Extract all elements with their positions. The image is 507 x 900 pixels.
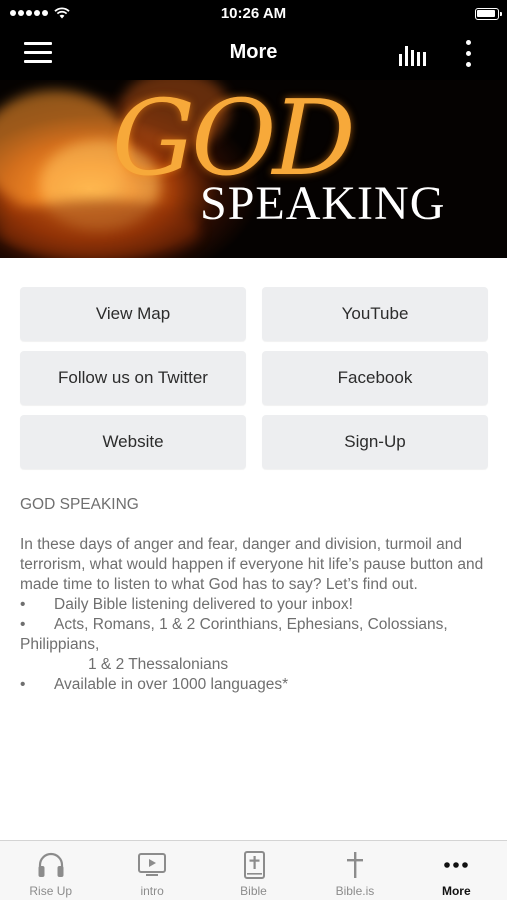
navigation-bar: More — [0, 28, 507, 80]
tab-label: Bible — [240, 884, 267, 898]
description-paragraph: In these days of anger and fear, danger … — [20, 536, 484, 593]
tab-intro[interactable]: intro — [101, 841, 202, 900]
bullet-mark: • — [20, 596, 26, 613]
view-map-button[interactable]: View Map — [20, 287, 246, 341]
bullet-text: Daily Bible listening delivered to your … — [54, 596, 353, 613]
bullet-text: Available in over 1000 languages* — [54, 676, 289, 693]
website-button[interactable]: Website — [20, 415, 246, 469]
banner-god-text: GOD — [112, 80, 356, 199]
tab-bible[interactable]: Bible — [203, 841, 304, 900]
bullet-continuation: 1 & 2 Thessalonians — [88, 656, 229, 673]
headphones-icon — [38, 852, 64, 877]
tab-label: Rise Up — [29, 884, 73, 898]
status-time: 10:26 AM — [220, 5, 287, 22]
bible-icon — [243, 851, 265, 879]
battery-icon — [475, 8, 502, 20]
bullet-item: • Daily Bible listening delivered to your… — [20, 595, 490, 615]
sign-up-button[interactable]: Sign-Up — [262, 415, 488, 469]
links-grid: View Map YouTube Follow us on Twitter Fa… — [20, 287, 488, 469]
description-section: GOD SPEAKING In these days of anger and … — [20, 495, 490, 695]
more-dots-icon — [444, 862, 469, 868]
bullet-text: Acts, Romans, 1 & 2 Corinthians, Ephesia… — [20, 616, 448, 653]
banner-speaking-text: SPEAKING — [200, 177, 446, 230]
tab-label: Bible.is — [335, 884, 375, 898]
tab-bible-is[interactable]: Bible.is — [304, 841, 405, 900]
tab-label: More — [441, 884, 471, 898]
bullet-item: • Available in over 1000 languages* — [20, 675, 490, 695]
bullet-mark: • — [20, 676, 26, 693]
twitter-button[interactable]: Follow us on Twitter — [20, 351, 246, 405]
facebook-button[interactable]: Facebook — [262, 351, 488, 405]
tab-bar: Rise Up intro Bible Bible.is More — [0, 840, 507, 900]
bullet-mark: • — [20, 616, 26, 633]
description-title: GOD SPEAKING — [20, 496, 139, 513]
video-icon — [138, 853, 167, 876]
cross-icon — [346, 852, 363, 878]
page-title: More — [229, 41, 278, 63]
youtube-button[interactable]: YouTube — [262, 287, 488, 341]
tab-label: intro — [140, 884, 164, 898]
audio-bars-icon[interactable] — [399, 42, 429, 66]
status-bar: 10:26 AM — [0, 0, 507, 28]
tab-rise-up[interactable]: Rise Up — [0, 841, 101, 900]
bullet-item: • Acts, Romans, 1 & 2 Corinthians, Ephesi… — [20, 615, 490, 655]
god-speaking-banner: GOD SPEAKING — [0, 80, 507, 258]
more-options-icon[interactable] — [465, 40, 473, 68]
tab-more[interactable]: More — [406, 841, 507, 900]
